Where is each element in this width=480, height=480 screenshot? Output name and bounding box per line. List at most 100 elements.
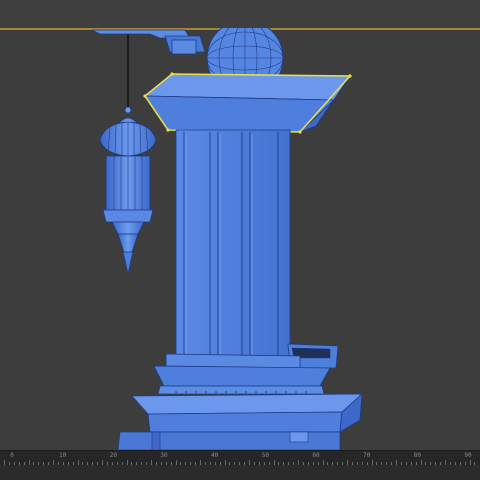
timeline-tick-mark xyxy=(185,462,187,465)
timeline-tick-mark xyxy=(425,462,427,465)
timeline-tick-mark xyxy=(332,462,334,465)
pillar-shaft[interactable] xyxy=(175,129,291,365)
timeline-tick-mark xyxy=(170,462,172,465)
timeline-tick-mark xyxy=(420,460,422,465)
timeline-tick-mark xyxy=(337,462,339,465)
timeline-tick-mark xyxy=(347,460,348,465)
timeline-tick-label: 80 xyxy=(413,452,421,459)
timeline-tick-mark xyxy=(317,462,319,465)
timeline-tick-mark xyxy=(136,462,138,465)
timeline-tick-mark xyxy=(77,460,79,465)
timeline-tick-mark xyxy=(464,462,466,465)
capital-slab[interactable] xyxy=(143,72,352,134)
timeline-tick-mark xyxy=(219,462,221,465)
timeline-tick-mark xyxy=(111,462,113,465)
timeline-tick-mark xyxy=(405,462,407,465)
timeline-tick-mark xyxy=(234,462,236,465)
timeline-tick-mark xyxy=(8,462,10,465)
timeline-tick-mark xyxy=(160,462,162,465)
timeline-tick-label: 20 xyxy=(109,452,117,459)
timeline-tick-label: 10 xyxy=(59,452,67,459)
timeline-tick-mark xyxy=(469,460,471,465)
timeline-tick-label: 90 xyxy=(464,452,472,459)
timeline-tick-mark xyxy=(430,462,432,465)
timeline-tick-mark xyxy=(327,462,329,465)
timeline-tick-mark xyxy=(298,460,299,465)
timeline-tick-mark xyxy=(273,460,275,465)
timeline-tick-mark xyxy=(351,462,353,465)
timeline-tick-mark xyxy=(224,460,226,465)
timeline-tick-mark xyxy=(53,460,54,465)
timeline-tick-mark xyxy=(190,462,192,465)
timeline-tick-mark xyxy=(410,462,412,465)
timeline-tick-mark xyxy=(180,462,182,465)
timeline-tick-mark xyxy=(82,462,84,465)
timeline-tick-mark xyxy=(33,462,35,465)
timeline-tick-mark xyxy=(454,462,456,465)
timeline-tick-mark xyxy=(415,462,417,465)
timeline-tick-mark xyxy=(214,462,216,465)
timeline-tick-mark xyxy=(165,462,167,465)
timeline-tick-mark xyxy=(4,460,5,465)
timeline-tick-mark xyxy=(445,460,446,465)
timeline-tick-mark xyxy=(263,462,265,465)
timeline-tick-mark xyxy=(121,462,123,465)
timeline-tick-mark xyxy=(229,462,231,465)
timeline-tick-mark xyxy=(209,462,211,465)
timeline-tick-mark xyxy=(13,462,15,465)
timeline-tick-mark xyxy=(376,462,378,465)
timeline-tick-mark xyxy=(195,462,197,465)
timeline-tick-mark xyxy=(126,460,128,465)
timeline-tick-label: 50 xyxy=(261,452,269,459)
timeline-tick-mark xyxy=(62,462,64,465)
timeline-tick-label: 30 xyxy=(160,452,168,459)
pedestal-base[interactable] xyxy=(117,353,364,450)
timeline-tick-mark xyxy=(57,462,59,465)
timeline-tick-mark xyxy=(396,460,397,465)
timeline-tick-mark xyxy=(361,462,363,465)
timeline-tick-mark xyxy=(307,462,309,465)
timeline-track[interactable] xyxy=(0,465,480,480)
timeline-tick-mark xyxy=(449,462,451,465)
timeline-tick-mark xyxy=(386,462,388,465)
timeline-tick-mark xyxy=(141,462,143,465)
timeline-tick-mark xyxy=(283,462,285,465)
timeline-tick-mark xyxy=(200,460,201,465)
timeline-tick-mark xyxy=(288,462,290,465)
timeline-tick-mark xyxy=(381,462,383,465)
timeline-tick-mark xyxy=(342,462,344,465)
timeline-tick-mark xyxy=(38,462,40,465)
timeline-tick-label: 40 xyxy=(211,452,219,459)
timeline-tick-label: 70 xyxy=(363,452,371,459)
timeline-tick-mark xyxy=(293,462,295,465)
timeline-tick-mark xyxy=(371,460,373,465)
timeline-tick-mark xyxy=(239,462,241,465)
timeline-tick-mark xyxy=(322,460,324,465)
timeline-tick-mark xyxy=(97,462,99,465)
3d-viewport[interactable] xyxy=(0,28,480,450)
timeline-tick-mark xyxy=(43,462,45,465)
timeline-tick-mark xyxy=(278,462,280,465)
timeline-tick-mark xyxy=(474,462,476,465)
hanging-lantern[interactable] xyxy=(99,106,157,275)
timeline-bar[interactable]: 0 10 20 30 40 50 60 70 80 90 xyxy=(0,450,480,480)
timeline-tick-mark xyxy=(244,462,246,465)
timeline-tick-mark xyxy=(175,460,177,465)
timeline-tick-mark xyxy=(356,462,358,465)
timeline-tick-mark xyxy=(312,462,314,465)
timeline-tick-mark xyxy=(67,462,69,465)
timeline-tick-mark xyxy=(106,462,108,465)
3d-editor-window: 0 10 20 30 40 50 60 70 80 90 xyxy=(0,0,480,480)
timeline-tick-mark xyxy=(28,460,30,465)
timeline-tick-mark xyxy=(18,462,20,465)
hanging-arm[interactable] xyxy=(91,29,206,55)
timeline-tick-mark xyxy=(116,462,118,465)
timeline-tick-mark xyxy=(48,462,50,465)
timeline-tick-mark xyxy=(440,462,442,465)
timeline-tick-mark xyxy=(366,462,368,465)
timeline-tick-mark xyxy=(391,462,393,465)
timeline-tick-mark xyxy=(102,460,103,465)
scene-render[interactable] xyxy=(0,28,480,450)
timeline-tick-mark xyxy=(268,462,270,465)
timeline-tick-mark xyxy=(302,462,304,465)
